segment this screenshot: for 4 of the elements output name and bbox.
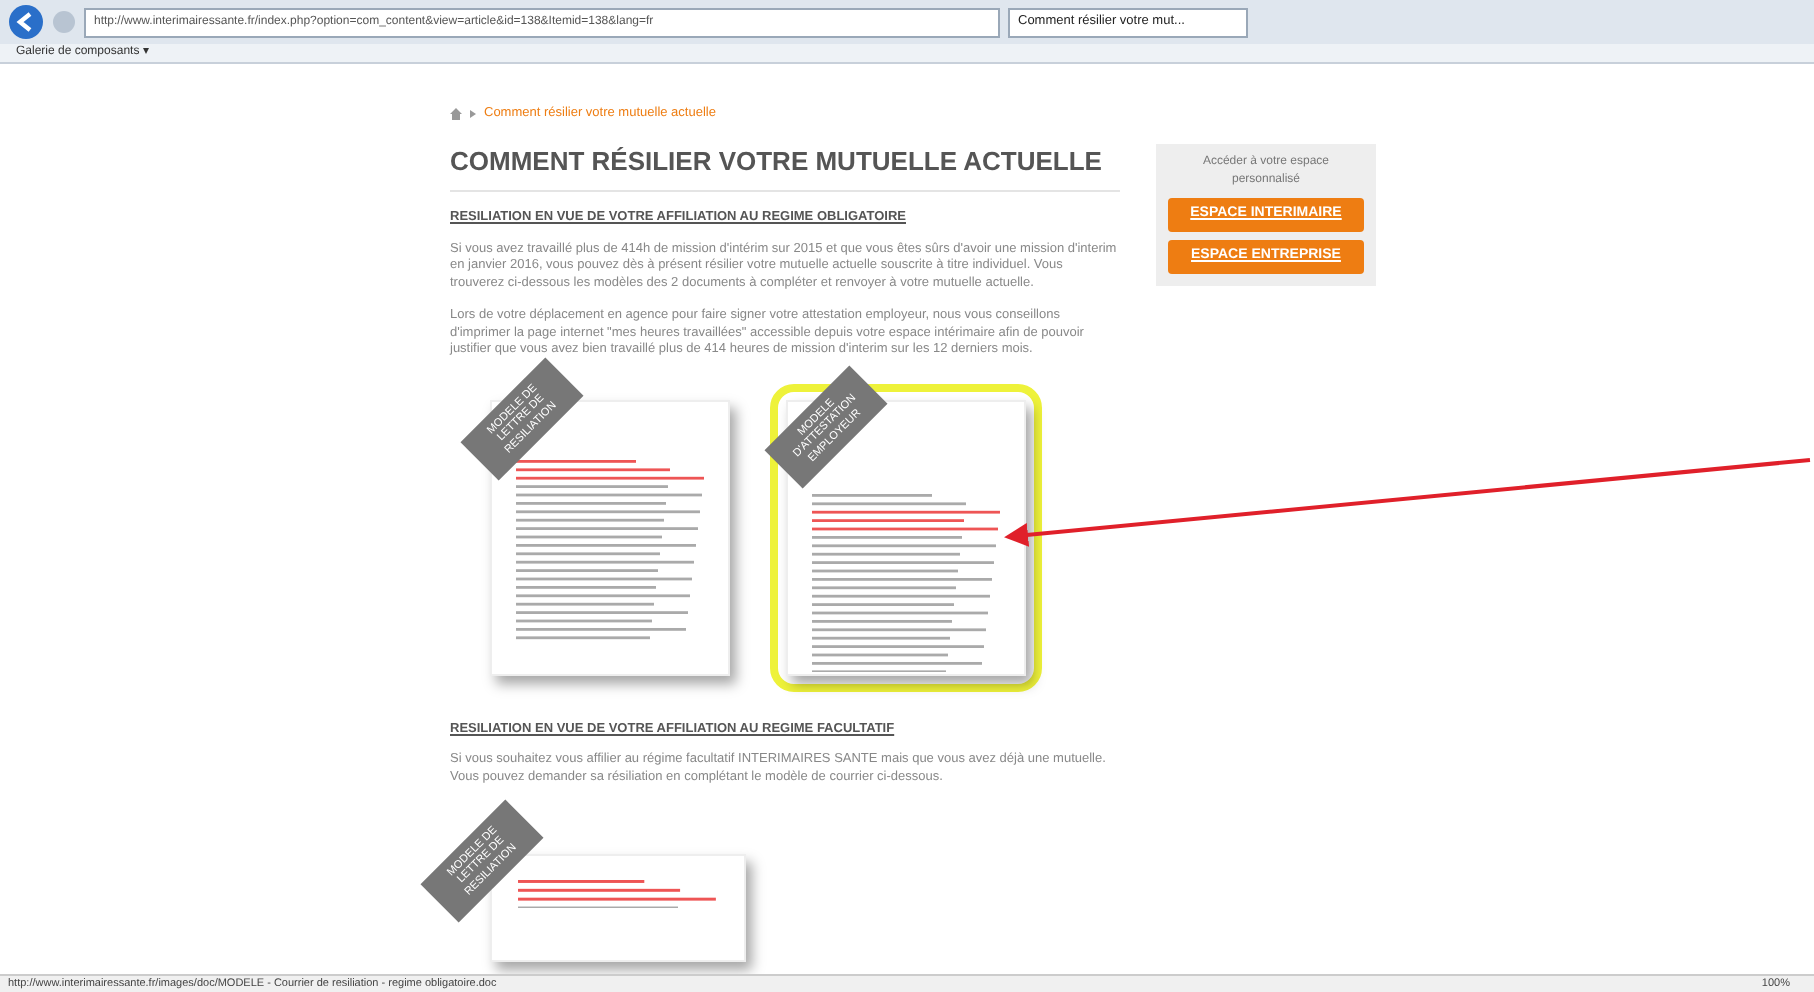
back-icon[interactable] [8, 4, 44, 40]
home-icon[interactable] [450, 107, 462, 120]
chevron-icon [470, 109, 476, 118]
page-title: COMMENT RÉSILIER VOTRE MUTUELLE ACTUELLE [450, 143, 1120, 192]
